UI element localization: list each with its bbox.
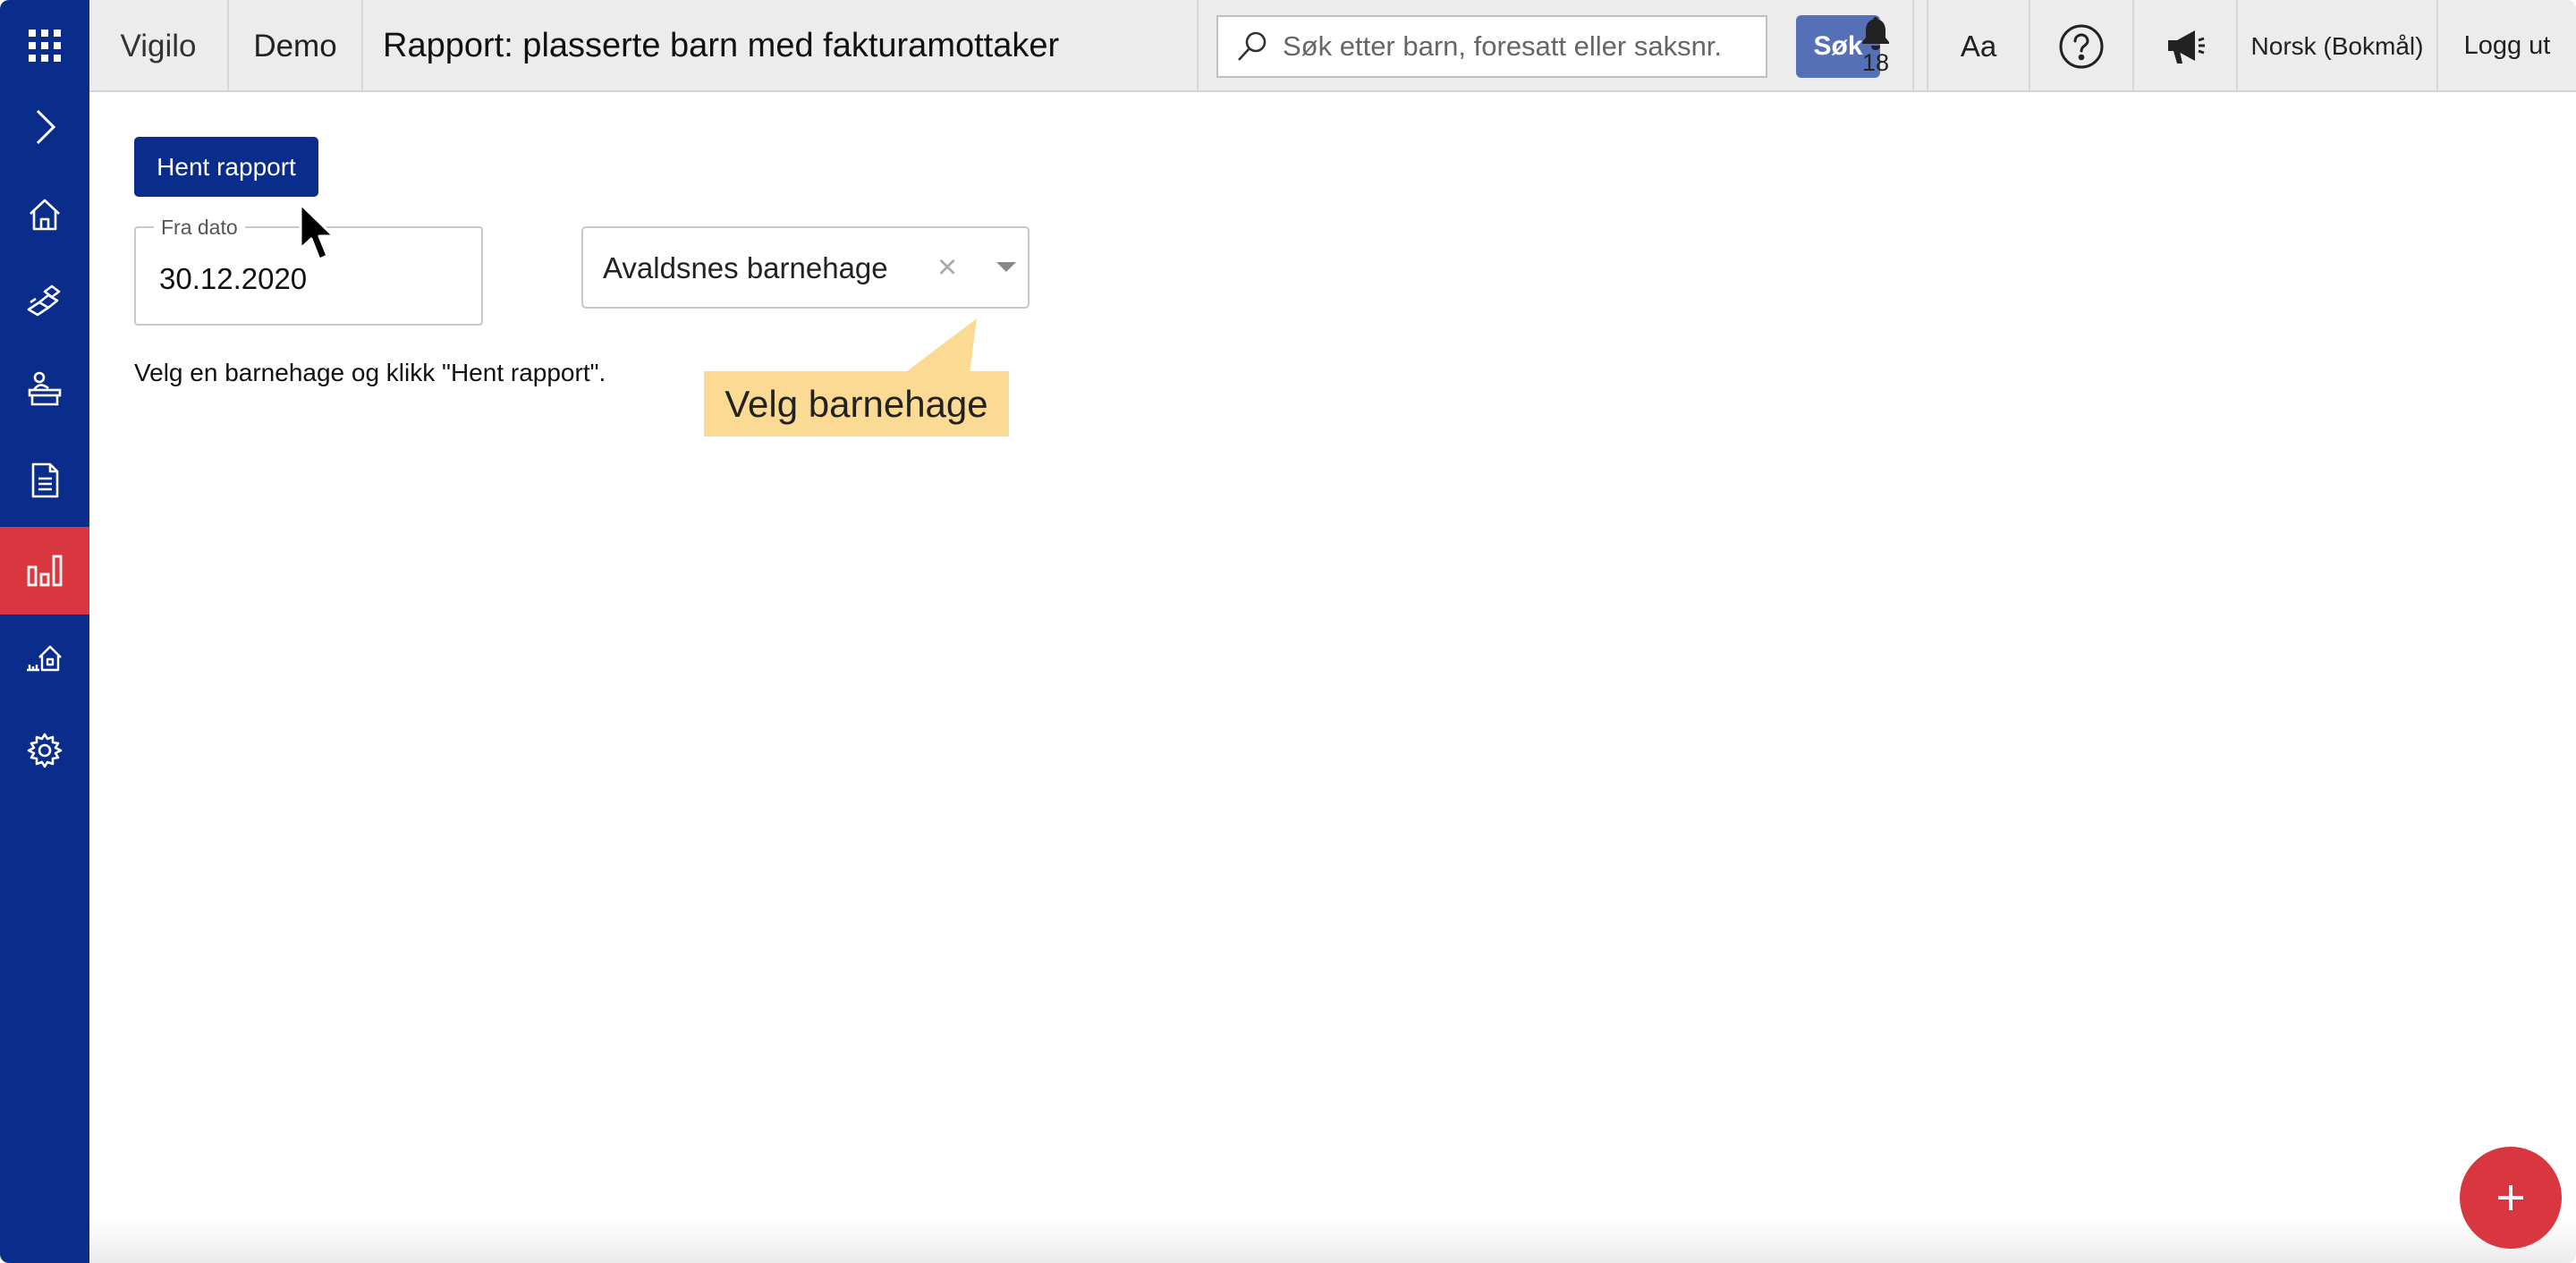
document-icon[interactable] — [0, 437, 89, 524]
search-box — [1216, 15, 1767, 78]
search-area: Søk — [1199, 0, 1914, 92]
search-input[interactable] — [1283, 30, 1748, 63]
person-desk-icon[interactable] — [0, 344, 89, 432]
callout-pointer — [903, 318, 977, 374]
sidebar — [0, 0, 89, 1263]
from-date-label: Fra dato — [154, 216, 245, 240]
search-icon — [1238, 31, 1267, 61]
clear-selection-icon[interactable]: × — [937, 248, 957, 287]
apps-grid-icon[interactable] — [0, 2, 89, 89]
logout-button[interactable]: Logg ut — [2438, 0, 2576, 92]
megaphone-icon — [2168, 30, 2205, 64]
add-fab-button[interactable] — [2460, 1147, 2562, 1249]
expand-sidebar-icon[interactable] — [0, 83, 89, 171]
plus-icon — [2498, 1185, 2523, 1210]
tooltip-callout: Velg barnehage — [704, 371, 1009, 437]
bottom-shade — [89, 1218, 2576, 1263]
instruction-text: Velg en barnehage og klikk "Hent rapport… — [134, 359, 606, 386]
announcements-button[interactable] — [2134, 0, 2238, 92]
help-button[interactable] — [2030, 0, 2134, 92]
notifications-button[interactable]: 18 — [1825, 0, 1928, 92]
environment-label[interactable]: Demo — [229, 0, 363, 92]
help-circle-icon — [2059, 24, 2104, 68]
notification-count: 18 — [1861, 49, 1890, 76]
bell-icon — [1862, 17, 1889, 50]
from-date-value[interactable]: 30.12.2020 — [159, 262, 307, 296]
settings-gear-icon[interactable] — [0, 707, 89, 794]
top-bar: Vigilo Demo Rapport: plasserte barn med … — [89, 0, 2576, 92]
blocks-icon[interactable] — [0, 255, 89, 343]
app-window: Vigilo Demo Rapport: plasserte barn med … — [0, 0, 2576, 1263]
page-title: Rapport: plasserte barn med fakturamotta… — [363, 0, 1199, 92]
mouse-cursor-icon — [299, 202, 335, 261]
fetch-report-button[interactable]: Hent rapport — [134, 137, 318, 197]
kindergarten-selected-value: Avaldsnes barnehage — [603, 251, 888, 284]
dropdown-caret-icon[interactable] — [996, 262, 1016, 272]
home-icon[interactable] — [0, 171, 89, 259]
app-name[interactable]: Vigilo — [89, 0, 229, 92]
reports-bar-chart-icon[interactable] — [0, 527, 89, 615]
language-selector[interactable]: Norsk (Bokmål) — [2238, 0, 2438, 92]
kindergarten-icon[interactable] — [0, 614, 89, 701]
font-size-button[interactable]: Aa — [1928, 0, 2030, 92]
kindergarten-select[interactable]: Avaldsnes barnehage × — [581, 226, 1030, 309]
